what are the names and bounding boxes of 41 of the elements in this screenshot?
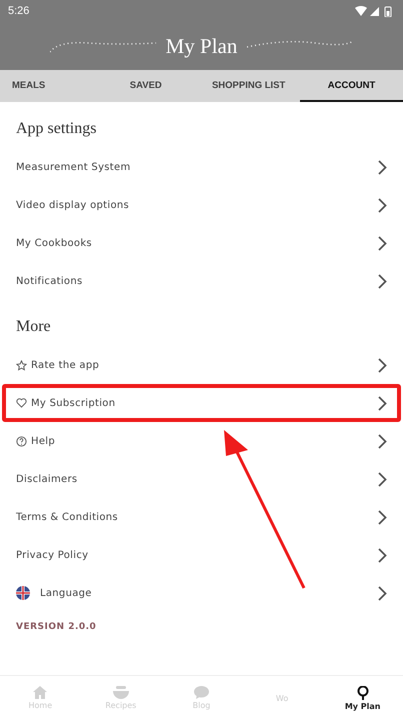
settings-row[interactable]: Terms & Conditions bbox=[2, 498, 401, 536]
heart-icon bbox=[16, 398, 27, 408]
settings-row[interactable]: My Subscription bbox=[2, 384, 401, 422]
chevron-right-icon bbox=[378, 548, 387, 562]
version-label: VERSION 2.0.0 bbox=[15, 621, 98, 634]
pin-icon bbox=[356, 686, 369, 700]
chevron-right-icon bbox=[378, 274, 387, 288]
header-title: My Plan bbox=[166, 34, 238, 58]
settings-row[interactable]: Help bbox=[2, 422, 401, 460]
chevron-right-icon bbox=[378, 358, 387, 372]
tab[interactable]: SHOPPING LIST bbox=[197, 70, 300, 102]
settings-row[interactable]: My Cookbooks bbox=[2, 224, 401, 262]
chevron-right-icon bbox=[378, 160, 387, 174]
settings-row[interactable]: Measurement System bbox=[2, 148, 401, 186]
chevron-right-icon bbox=[378, 198, 387, 212]
home-icon bbox=[33, 686, 48, 699]
settings-row[interactable]: Video display options bbox=[2, 186, 401, 224]
chevron-right-icon bbox=[378, 396, 387, 410]
settings-row[interactable]: Notifications bbox=[2, 262, 401, 300]
settings-row[interactable]: Privacy Policy bbox=[2, 536, 401, 574]
status-time: 5:26 bbox=[8, 5, 30, 17]
bowl-icon bbox=[112, 686, 129, 699]
chevron-right-icon bbox=[378, 236, 387, 250]
tab[interactable]: ACCOUNT bbox=[300, 70, 403, 102]
section-title: App settings bbox=[15, 119, 98, 139]
star-icon bbox=[16, 360, 27, 370]
settings-row[interactable]: Language bbox=[2, 574, 401, 612]
chevron-right-icon bbox=[378, 586, 387, 600]
tab[interactable]: SAVED bbox=[94, 70, 198, 102]
nav-item[interactable]: My Plan bbox=[322, 676, 403, 720]
chevron-right-icon bbox=[378, 434, 387, 448]
flag-icon bbox=[16, 586, 30, 600]
chevron-right-icon bbox=[378, 472, 387, 486]
dotted-wave-icon bbox=[50, 39, 156, 53]
section-title: More bbox=[15, 317, 52, 337]
settings-row[interactable]: Disclaimers bbox=[2, 460, 401, 498]
help-icon bbox=[16, 436, 27, 446]
chevron-right-icon bbox=[378, 510, 387, 524]
tab[interactable]: MEALS bbox=[0, 70, 94, 102]
chat-bubble-icon bbox=[194, 686, 209, 699]
settings-row[interactable]: Rate the app bbox=[2, 346, 401, 384]
